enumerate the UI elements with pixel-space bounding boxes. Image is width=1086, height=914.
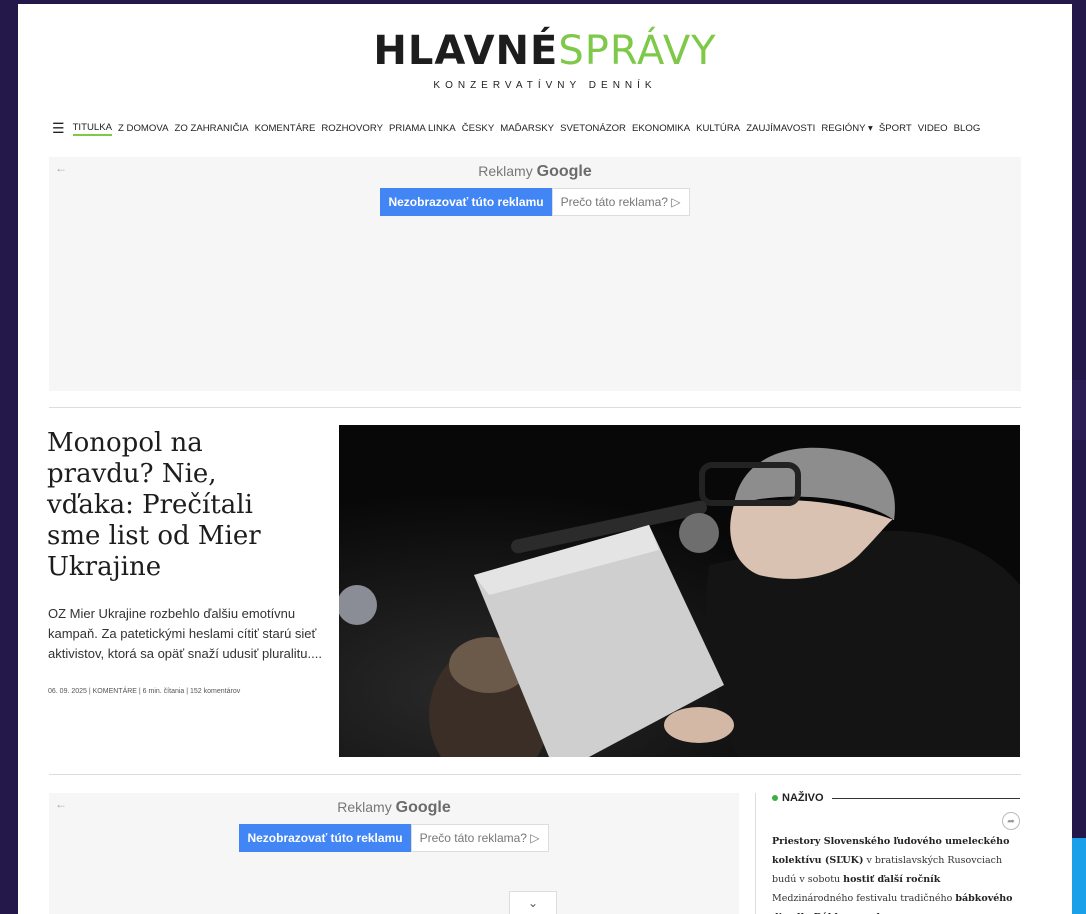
live-dot-icon: [772, 795, 778, 801]
nav-item-6[interactable]: ČESKY: [462, 123, 495, 134]
page-container: HLAVNÉSPRÁVY KONZERVATÍVNY DENNÍK ☰ TITU…: [18, 4, 1072, 914]
nav-item-0[interactable]: TITULKA: [72, 122, 113, 136]
live-text-part: Medzinárodného festivalu tradičného: [772, 893, 956, 904]
ad-label-prefix: Reklamy: [478, 163, 533, 179]
nav-item-4[interactable]: ROZHOVORY: [321, 123, 383, 134]
ad-banner-bottom: ← Reklamy Google Nezobrazovať túto rekla…: [49, 793, 739, 914]
article-headline[interactable]: Monopol na pravdu? Nie, vďaka: Prečítali…: [47, 428, 297, 583]
article-meta: 06. 09. 2025 | KOMENTÁRE | 6 min. čítani…: [48, 688, 241, 695]
logo-text-secondary: SPRÁVY: [558, 28, 717, 74]
ad-label-prefix: Reklamy: [337, 799, 392, 815]
article-photo[interactable]: [339, 425, 1020, 757]
ad-label: Reklamy Google: [49, 163, 1021, 181]
ad-label-brand: Google: [536, 163, 592, 180]
nav-item-11[interactable]: ZAUJÍMAVOSTI: [746, 123, 815, 134]
hamburger-menu-icon[interactable]: ☰: [52, 120, 65, 137]
nav-item-3[interactable]: KOMENTÁRE: [255, 123, 316, 134]
divider: [49, 407, 1021, 408]
hide-ad-button[interactable]: Nezobrazovať túto reklamu: [380, 188, 552, 216]
sidebar-divider: [755, 793, 756, 914]
ad-banner-top: ← Reklamy Google Nezobrazovať túto rekla…: [49, 157, 1021, 391]
nav-item-10[interactable]: KULTÚRA: [696, 123, 740, 134]
live-feed-header: NAŽIVO: [772, 792, 1020, 804]
nav-item-2[interactable]: ZO ZAHRANIČIA: [174, 123, 248, 134]
site-logo[interactable]: HLAVNÉSPRÁVY KONZERVATÍVNY DENNÍK: [18, 28, 1072, 91]
divider: [49, 774, 1021, 775]
nav-item-5[interactable]: PRIAMA LINKA: [389, 123, 456, 134]
nav-item-1[interactable]: Z DOMOVA: [118, 123, 168, 134]
ad-label: Reklamy Google: [49, 799, 739, 817]
nav-item-7[interactable]: MAĎARSKY: [500, 123, 554, 134]
nav-item-13[interactable]: ŠPORT: [879, 123, 912, 134]
article-excerpt: OZ Mier Ukrajine rozbehlo ďalšiu emotívn…: [48, 606, 322, 661]
nav-item-14[interactable]: VIDEO: [918, 123, 948, 134]
nav-item-12[interactable]: REGIÓNY ▾: [821, 123, 873, 134]
why-ad-button[interactable]: Prečo táto reklama? ▷: [410, 824, 549, 852]
live-feed-text[interactable]: Priestory Slovenského ľudového umeleckéh…: [772, 832, 1018, 914]
live-text-part: hostiť ďalší ročník: [843, 874, 941, 885]
nav-item-15[interactable]: BLOG: [954, 123, 981, 134]
live-feed-rule: [831, 797, 1020, 799]
ad-label-brand: Google: [395, 799, 451, 816]
expand-chevron-icon[interactable]: ⌄: [509, 891, 557, 914]
live-feed-title: NAŽIVO: [782, 792, 824, 804]
share-icon[interactable]: ➦: [1002, 812, 1020, 830]
nav-item-8[interactable]: SVETONÁZOR: [560, 123, 626, 134]
side-widget-tab[interactable]: [1070, 838, 1086, 914]
why-ad-button[interactable]: Prečo táto reklama? ▷: [551, 188, 690, 216]
live-feed: NAŽIVO ➦ Priestory Slovenského ľudového …: [772, 792, 1020, 914]
hide-ad-button[interactable]: Nezobrazovať túto reklamu: [239, 824, 411, 852]
logo-subtitle: KONZERVATÍVNY DENNÍK: [433, 80, 657, 91]
nav-item-9[interactable]: EKONOMIKA: [632, 123, 690, 134]
logo-text-primary: HLAVNÉ: [373, 28, 559, 74]
main-navigation: ☰ TITULKA Z DOMOVA ZO ZAHRANIČIA KOMENTÁRE R…: [52, 120, 1052, 137]
